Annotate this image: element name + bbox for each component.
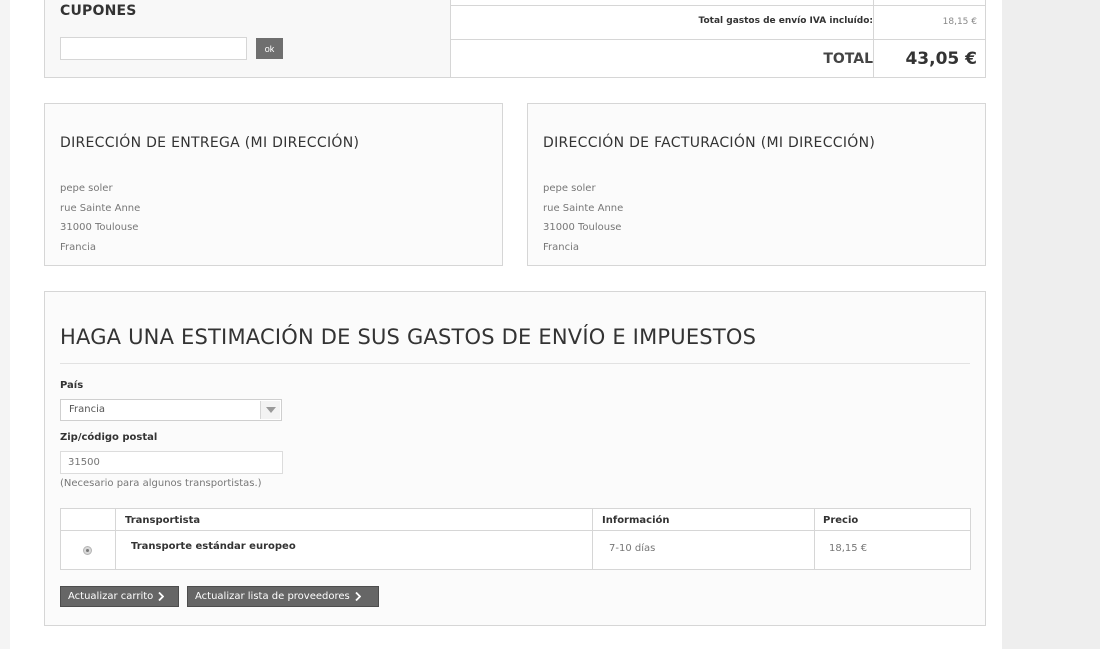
carrier-name: Transporte estándar europeo (131, 541, 296, 552)
carrier-info: 7-10 días (609, 543, 656, 554)
update-carriers-label: Actualizar lista de proveedores (195, 591, 350, 602)
right-margin (1002, 0, 1100, 649)
grand-total-value: 43,05 € (873, 40, 985, 78)
coupons-title: CUPONES (60, 3, 137, 19)
invoice-address-title: DIRECCIÓN DE FACTURACIÓN (MI DIRECCIÓN) (543, 135, 876, 151)
zip-label: Zip/código postal (60, 432, 158, 443)
radio-icon[interactable] (83, 546, 92, 555)
header-price: Precio (823, 515, 859, 526)
chevron-right-icon (355, 592, 361, 601)
delivery-address-name: pepe soler (60, 183, 113, 194)
country-select-value: Francia (69, 404, 106, 415)
delivery-address-country: Francia (60, 241, 97, 253)
invoice-address-city: 31000 Toulouse (543, 222, 622, 233)
update-cart-label: Actualizar carrito (68, 591, 154, 602)
chevron-down-icon[interactable] (260, 401, 280, 419)
invoice-address-street: rue Sainte Anne (543, 202, 624, 214)
coupons-box: CUPONES ok (44, 0, 451, 78)
header-information: Información (602, 515, 670, 526)
table-row[interactable]: Transporte estándar europeo 7-10 días 18… (61, 531, 970, 569)
delivery-address-street: rue Sainte Anne (60, 202, 141, 214)
carrier-price: 18,15 € (829, 543, 868, 554)
update-carriers-button[interactable]: Actualizar lista de proveedores (187, 586, 379, 607)
carrier-table-header: Transportista Información Precio (61, 509, 970, 531)
page-content: CUPONES ok Total gastos de envío IVA inc… (10, 0, 1002, 649)
cart-totals: Total gastos de envío IVA incluído: 18,1… (450, 0, 986, 78)
shipping-total-label: Total gastos de envío IVA incluído: (698, 16, 873, 26)
zip-input[interactable] (60, 451, 283, 474)
carrier-table: Transportista Información Precio Transpo… (60, 508, 971, 570)
update-cart-button[interactable]: Actualizar carrito (60, 586, 179, 607)
invoice-address-lines: pepe soler rue Sainte Anne 31000 Toulous… (543, 179, 623, 257)
country-select[interactable]: Francia (60, 399, 282, 421)
estimate-divider (60, 363, 970, 364)
header-carrier: Transportista (125, 515, 201, 526)
delivery-address-city: 31000 Toulouse (60, 222, 139, 233)
zip-note: (Necesario para algunos transportistas.) (60, 478, 262, 489)
grand-total-row: TOTAL 43,05 € (451, 39, 985, 78)
grand-total-label: TOTAL (823, 51, 873, 67)
delivery-address-title: DIRECCIÓN DE ENTREGA (MI DIRECCIÓN) (60, 135, 360, 151)
shipping-total-row: Total gastos de envío IVA incluído: 18,1… (451, 5, 985, 39)
delivery-address-box: DIRECCIÓN DE ENTREGA (MI DIRECCIÓN) pepe… (44, 103, 503, 266)
shipping-estimate-box: HAGA UNA ESTIMACIÓN DE SUS GASTOS DE ENV… (44, 291, 986, 626)
coupon-ok-button[interactable]: ok (256, 38, 283, 59)
estimate-title: HAGA UNA ESTIMACIÓN DE SUS GASTOS DE ENV… (60, 325, 757, 349)
chevron-right-icon (158, 592, 165, 601)
country-label: País (60, 380, 84, 391)
shipping-total-value: 18,15 € (873, 6, 985, 39)
invoice-address-country: Francia (543, 241, 580, 253)
delivery-address-lines: pepe soler rue Sainte Anne 31000 Toulous… (60, 179, 140, 257)
invoice-address-box: DIRECCIÓN DE FACTURACIÓN (MI DIRECCIÓN) … (527, 103, 986, 266)
coupon-input[interactable] (60, 37, 247, 60)
invoice-address-name: pepe soler (543, 183, 596, 194)
